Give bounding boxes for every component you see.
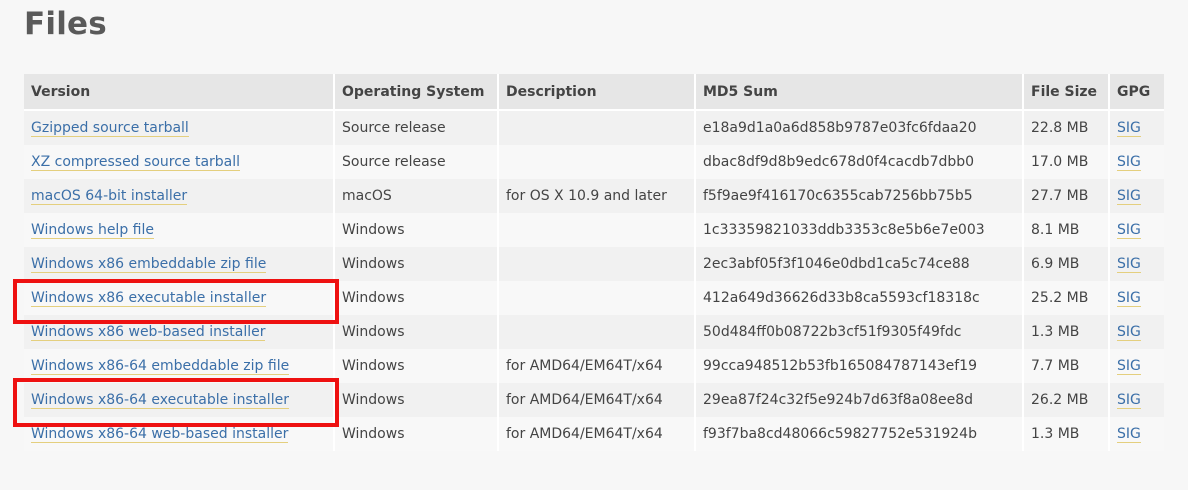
sig-link[interactable]: SIG bbox=[1117, 324, 1141, 341]
sig-link[interactable]: SIG bbox=[1117, 120, 1141, 137]
description-cell bbox=[499, 281, 696, 315]
os-cell: Source release bbox=[335, 111, 499, 145]
column-header-md5: MD5 Sum bbox=[696, 74, 1024, 111]
size-cell: 1.3 MB bbox=[1024, 417, 1110, 451]
column-header-description: Description bbox=[499, 74, 696, 111]
size-cell: 8.1 MB bbox=[1024, 213, 1110, 247]
size-cell: 27.7 MB bbox=[1024, 179, 1110, 213]
md5-cell: e18a9d1a0a6d858b9787e03fc6fdaa20 bbox=[696, 111, 1024, 145]
download-link[interactable]: Windows x86-64 embeddable zip file bbox=[31, 358, 290, 375]
table-row: XZ compressed source tarball Source rele… bbox=[24, 145, 1164, 179]
size-cell: 1.3 MB bbox=[1024, 315, 1110, 349]
table-row: Windows x86 web-based installer Windows … bbox=[24, 315, 1164, 349]
md5-cell: dbac8df9d8b9edc678d0f4cacdb7dbb0 bbox=[696, 145, 1024, 179]
sig-link[interactable]: SIG bbox=[1117, 290, 1141, 307]
table-row: Windows x86-64 executable installer Wind… bbox=[24, 383, 1164, 417]
column-header-version: Version bbox=[24, 74, 335, 111]
sig-link[interactable]: SIG bbox=[1117, 154, 1141, 171]
md5-cell: 1c33359821033ddb3353c8e5b6e7e003 bbox=[696, 213, 1024, 247]
md5-cell: f93f7ba8cd48066c59827752e531924b bbox=[696, 417, 1024, 451]
download-link[interactable]: Windows x86 executable installer bbox=[31, 290, 267, 307]
description-cell bbox=[499, 213, 696, 247]
download-link[interactable]: Windows x86-64 executable installer bbox=[31, 392, 289, 409]
table-header-row: Version Operating System Description MD5… bbox=[24, 74, 1164, 111]
os-cell: macOS bbox=[335, 179, 499, 213]
page-title: Files bbox=[24, 6, 107, 42]
download-link[interactable]: XZ compressed source tarball bbox=[31, 154, 241, 171]
description-cell bbox=[499, 111, 696, 145]
download-link[interactable]: Windows x86 embeddable zip file bbox=[31, 256, 267, 273]
md5-cell: 50d484ff0b08722b3cf51f9305f49fdc bbox=[696, 315, 1024, 349]
md5-cell: 99cca948512b53fb165084787143ef19 bbox=[696, 349, 1024, 383]
download-link[interactable]: Windows help file bbox=[31, 222, 154, 239]
description-cell: for OS X 10.9 and later bbox=[499, 179, 696, 213]
description-cell: for AMD64/EM64T/x64 bbox=[499, 417, 696, 451]
md5-cell: 2ec3abf05f3f1046e0dbd1ca5c74ce88 bbox=[696, 247, 1024, 281]
size-cell: 17.0 MB bbox=[1024, 145, 1110, 179]
os-cell: Windows bbox=[335, 213, 499, 247]
os-cell: Windows bbox=[335, 417, 499, 451]
os-cell: Windows bbox=[335, 315, 499, 349]
size-cell: 25.2 MB bbox=[1024, 281, 1110, 315]
table-row: Windows x86 embeddable zip file Windows … bbox=[24, 247, 1164, 281]
column-header-gpg: GPG bbox=[1110, 74, 1164, 111]
size-cell: 22.8 MB bbox=[1024, 111, 1110, 145]
os-cell: Windows bbox=[335, 349, 499, 383]
md5-cell: 29ea87f24c32f5e924b7d63f8a08ee8d bbox=[696, 383, 1024, 417]
table-row: Windows x86-64 embeddable zip file Windo… bbox=[24, 349, 1164, 383]
md5-cell: 412a649d36626d33b8ca5593cf18318c bbox=[696, 281, 1024, 315]
column-header-size: File Size bbox=[1024, 74, 1110, 111]
sig-link[interactable]: SIG bbox=[1117, 188, 1141, 205]
download-link[interactable]: Windows x86 web-based installer bbox=[31, 324, 266, 341]
description-cell: for AMD64/EM64T/x64 bbox=[499, 349, 696, 383]
os-cell: Windows bbox=[335, 281, 499, 315]
size-cell: 6.9 MB bbox=[1024, 247, 1110, 281]
size-cell: 7.7 MB bbox=[1024, 349, 1110, 383]
os-cell: Source release bbox=[335, 145, 499, 179]
description-cell bbox=[499, 145, 696, 179]
os-cell: Windows bbox=[335, 383, 499, 417]
sig-link[interactable]: SIG bbox=[1117, 392, 1141, 409]
table-row: Gzipped source tarball Source release e1… bbox=[24, 111, 1164, 145]
md5-cell: f5f9ae9f416170c6355cab7256bb75b5 bbox=[696, 179, 1024, 213]
os-cell: Windows bbox=[335, 247, 499, 281]
description-cell bbox=[499, 247, 696, 281]
description-cell: for AMD64/EM64T/x64 bbox=[499, 383, 696, 417]
sig-link[interactable]: SIG bbox=[1117, 256, 1141, 273]
table-row: macOS 64-bit installer macOS for OS X 10… bbox=[24, 179, 1164, 213]
files-table: Version Operating System Description MD5… bbox=[24, 74, 1164, 451]
sig-link[interactable]: SIG bbox=[1117, 426, 1141, 443]
download-link[interactable]: Gzipped source tarball bbox=[31, 120, 189, 137]
size-cell: 26.2 MB bbox=[1024, 383, 1110, 417]
download-link[interactable]: Windows x86-64 web-based installer bbox=[31, 426, 289, 443]
column-header-os: Operating System bbox=[335, 74, 499, 111]
table-row: Windows x86-64 web-based installer Windo… bbox=[24, 417, 1164, 451]
download-link[interactable]: macOS 64-bit installer bbox=[31, 188, 188, 205]
sig-link[interactable]: SIG bbox=[1117, 222, 1141, 239]
table-row: Windows help file Windows 1c33359821033d… bbox=[24, 213, 1164, 247]
table-row: Windows x86 executable installer Windows… bbox=[24, 281, 1164, 315]
description-cell bbox=[499, 315, 696, 349]
sig-link[interactable]: SIG bbox=[1117, 358, 1141, 375]
